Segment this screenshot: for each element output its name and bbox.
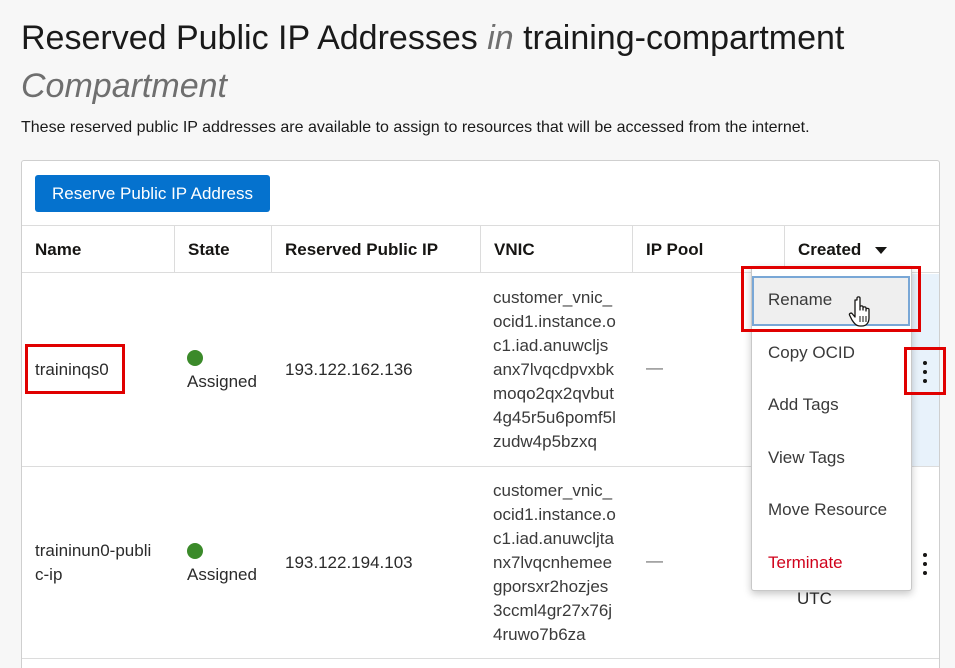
menu-item-terminate[interactable]: Terminate: [768, 552, 843, 574]
sort-down-icon[interactable]: [875, 247, 888, 255]
page-description: These reserved public IP addresses are a…: [21, 119, 810, 136]
row1-ip-pool: —: [646, 358, 663, 377]
vnic-line: c1.iad.anuwcljta: [493, 529, 614, 548]
vnic-line: moqo2qx2qvbut: [493, 384, 614, 403]
kebab-menu-icon[interactable]: [921, 553, 929, 575]
row1-vnic[interactable]: customer_vnic_ ocid1.instance.o c1.iad.a…: [493, 286, 628, 454]
vnic-line: nx7lvqcnhemee: [493, 553, 613, 572]
vnic-line: 3ccml4gr27x76j: [493, 601, 613, 620]
row1-reserved-ip: 193.122.162.136: [285, 360, 413, 379]
row2-ip-pool: —: [646, 551, 663, 570]
column-header-vnic[interactable]: VNIC: [481, 225, 633, 273]
status-dot-icon: [187, 350, 203, 366]
vnic-line: ocid1.instance.o: [493, 505, 616, 524]
vnic-line: zudw4p5bzxq: [493, 432, 597, 451]
page-title: Reserved Public IP Addresses in training…: [21, 14, 921, 110]
row2-name-line: c-ip: [35, 565, 63, 584]
column-header-reserved-ip[interactable]: Reserved Public IP: [272, 225, 481, 273]
page-title-in: in: [487, 19, 514, 57]
vnic-line: anx7lvqcdpvxbk: [493, 360, 614, 379]
vnic-line: 4g45r5u6pomf5l: [493, 408, 616, 427]
reserve-public-ip-button[interactable]: Reserve Public IP Address: [35, 175, 270, 212]
page-title-main: Reserved Public IP Addresses: [21, 19, 478, 57]
row2-state: Assigned: [187, 565, 257, 584]
vnic-line: c1.iad.anuwcljs: [493, 336, 609, 355]
page-title-compartment-word: Compartment: [21, 67, 227, 105]
page-title-compartment: training-compartment: [523, 19, 845, 57]
menu-item-view-tags[interactable]: View Tags: [768, 447, 845, 469]
menu-item-add-tags[interactable]: Add Tags: [768, 394, 839, 416]
highlight-box-kebab: [904, 347, 946, 395]
status-dot-icon: [187, 543, 203, 559]
vnic-line: customer_vnic_: [493, 481, 613, 500]
row1-state: Assigned: [187, 372, 257, 391]
row2-vnic[interactable]: customer_vnic_ ocid1.instance.o c1.iad.a…: [493, 479, 628, 647]
vnic-line: gporsxr2hozjes: [493, 577, 609, 596]
column-header-created-label: Created: [798, 240, 862, 259]
highlight-box-name: [25, 344, 125, 394]
highlight-box-rename: [741, 266, 921, 332]
column-header-state[interactable]: State: [175, 225, 272, 273]
row2-name-line: traininun0-publi: [35, 541, 152, 560]
vnic-line: 4ruwo7b6za: [493, 625, 586, 644]
row-divider: [22, 658, 939, 659]
row2-reserved-ip: 193.122.194.103: [285, 553, 413, 572]
row2-name[interactable]: traininun0-publi c-ip: [35, 539, 151, 587]
menu-item-copy-ocid[interactable]: Copy OCID: [768, 342, 855, 364]
column-header-name[interactable]: Name: [22, 225, 175, 273]
vnic-line: customer_vnic_: [493, 288, 613, 307]
vnic-line: ocid1.instance.o: [493, 312, 616, 331]
menu-item-move-resource[interactable]: Move Resource: [768, 499, 887, 521]
